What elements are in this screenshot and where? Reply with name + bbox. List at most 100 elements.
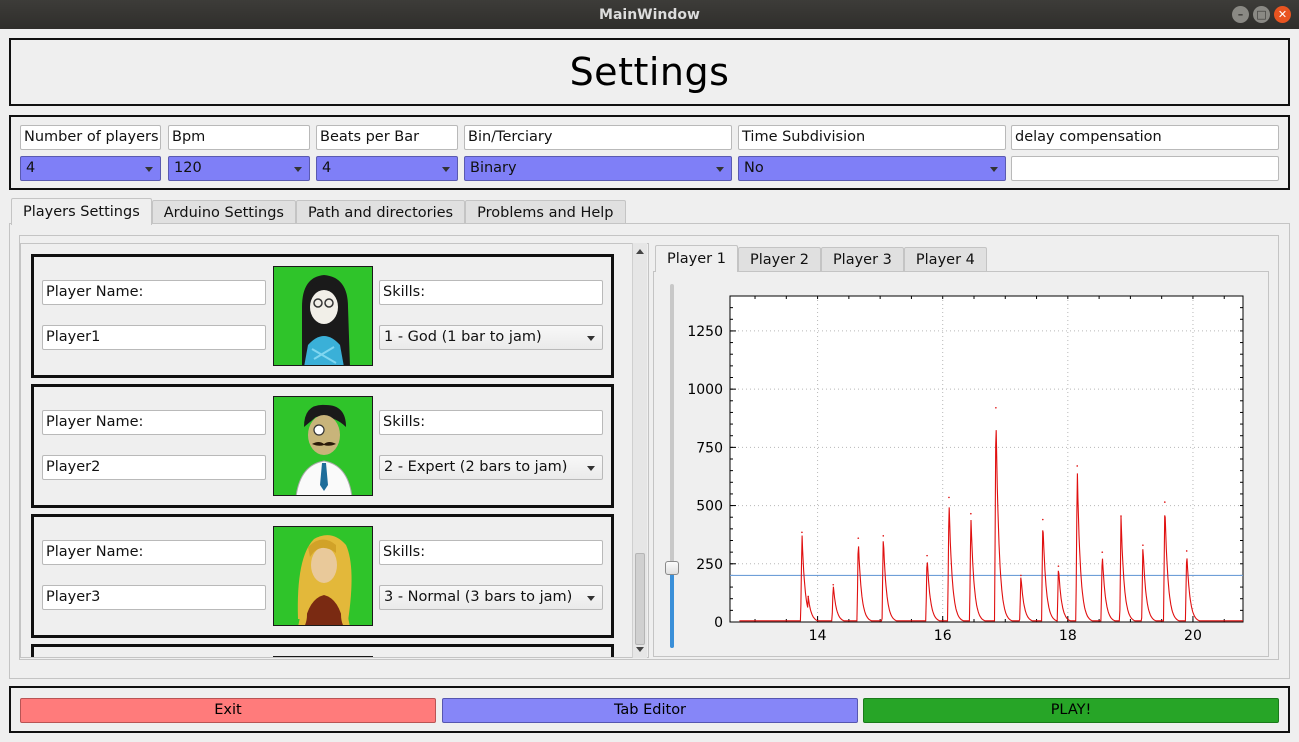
param-label: delay compensation: [1011, 125, 1279, 150]
tab-players-settings[interactable]: Players Settings: [11, 198, 152, 225]
signal-peak: [995, 406, 997, 409]
tab-problems-and-help[interactable]: Problems and Help: [465, 200, 626, 224]
slider-fill: [670, 567, 674, 648]
param-bpm: Bpm 120: [168, 125, 310, 181]
chevron-down-icon: [442, 167, 450, 172]
signal-peak: [926, 554, 928, 557]
signal-peak: [882, 535, 885, 537]
param-label: Time Subdivision: [738, 125, 1006, 150]
player-card-1: Player Name: Player1 Skills: 1 - God (1 …: [31, 254, 614, 378]
scroll-up-icon[interactable]: [636, 249, 644, 254]
chevron-down-icon: [587, 596, 595, 601]
skills-label: Skills:: [379, 540, 603, 565]
skill-combo[interactable]: 2 - Expert (2 bars to jam): [379, 455, 603, 480]
delay-compensation-input[interactable]: [1011, 156, 1279, 181]
time-subdivision-combo[interactable]: No: [738, 156, 1006, 181]
tab-editor-button[interactable]: Tab Editor: [442, 698, 858, 723]
player-tabbar: Player 1 Player 2 Player 3 Player 4: [655, 245, 987, 272]
signal-peak: [1057, 565, 1060, 567]
player-card-3: Player Name: Player3 Skills: 3 - Normal …: [31, 514, 614, 638]
param-number-of-players: Number of players 4: [20, 125, 161, 181]
tab-player-2[interactable]: Player 2: [737, 247, 821, 271]
player-name-input[interactable]: Player3: [42, 585, 266, 610]
exit-button[interactable]: Exit: [20, 698, 436, 723]
maximize-icon[interactable]: □: [1253, 6, 1270, 23]
page-title: Settings: [569, 50, 730, 94]
x-tick-label: 14: [809, 628, 827, 644]
tab-path-and-directories[interactable]: Path and directories: [295, 200, 466, 224]
window-titlebar: MainWindow – □ ✕: [0, 0, 1299, 29]
player-card-4: [31, 644, 614, 657]
bin-terciary-combo[interactable]: Binary: [464, 156, 732, 181]
signal-peak: [1142, 544, 1144, 546]
minimize-icon[interactable]: –: [1232, 6, 1249, 23]
chevron-down-icon: [716, 167, 724, 172]
blonde-hair-avatar: [273, 526, 373, 626]
player-name-input[interactable]: Player2: [42, 455, 266, 480]
y-tick-label: 250: [696, 557, 723, 573]
x-tick-label: 16: [934, 628, 952, 644]
player-name-label: Player Name:: [42, 540, 266, 565]
param-label: Bpm: [168, 125, 310, 150]
signal-peak: [970, 512, 972, 515]
y-tick-label: 1250: [687, 324, 723, 340]
y-tick-label: 750: [696, 440, 723, 456]
skill-combo[interactable]: 1 - God (1 bar to jam): [379, 325, 603, 350]
skills-label: Skills:: [379, 410, 603, 435]
signal-peak: [1076, 465, 1079, 467]
skills-label: Skills:: [379, 280, 603, 305]
y-tick-label: 1000: [687, 382, 723, 398]
player-4-avatar: [273, 656, 373, 657]
plot-area: [729, 295, 1244, 623]
main-tabbar: Players Settings Arduino Settings Path a…: [11, 198, 626, 225]
player-name-label: Player Name:: [42, 280, 266, 305]
signal-peak: [1163, 501, 1166, 503]
signal-peak: [832, 583, 835, 586]
bpm-combo[interactable]: 120: [168, 156, 310, 181]
signal-peak: [857, 537, 860, 539]
param-time-subdivision: Time Subdivision No: [738, 125, 1006, 181]
chevron-down-icon: [145, 167, 153, 172]
tab-arduino-settings[interactable]: Arduino Settings: [151, 200, 296, 224]
slider-handle[interactable]: [665, 560, 679, 575]
bottom-bar: Exit Tab Editor PLAY!: [9, 686, 1290, 733]
params-bar: Number of players 4 Bpm 120 Beats per Ba…: [9, 115, 1290, 190]
param-label: Bin/Terciary: [464, 125, 732, 150]
chevron-down-icon: [294, 167, 302, 172]
signal-peak: [948, 496, 950, 499]
param-label: Beats per Bar: [316, 125, 458, 150]
param-bin-terciary: Bin/Terciary Binary: [464, 125, 732, 181]
threshold-slider[interactable]: [665, 284, 679, 648]
signal-peak: [1185, 550, 1188, 552]
players-scroll-area[interactable]: Player Name: Player1 Skills: 1 - God (1 …: [20, 243, 649, 658]
play-button[interactable]: PLAY!: [863, 698, 1279, 723]
tab-player-4[interactable]: Player 4: [903, 247, 987, 271]
players-scrollbar[interactable]: [632, 243, 647, 658]
window-title: MainWindow: [599, 6, 700, 23]
signal-peak: [807, 595, 810, 598]
player-name-label: Player Name:: [42, 410, 266, 435]
audio-level-chart: 14 16 18 20 0 250 500 750 1000 1250: [687, 295, 1244, 644]
player-name-input[interactable]: Player1: [42, 325, 266, 350]
x-tick-label: 18: [1059, 628, 1077, 644]
param-delay-compensation: delay compensation: [1011, 125, 1279, 181]
param-beats-per-bar: Beats per Bar 4: [316, 125, 458, 181]
tab-player-1[interactable]: Player 1: [655, 245, 738, 272]
signal-peak: [1042, 518, 1044, 521]
player-card-2: Player Name: Player2 Skills: 2 - Expert …: [31, 384, 614, 508]
signal-peak: [1101, 551, 1104, 553]
signal-peak: [1020, 574, 1022, 577]
beats-per-bar-combo[interactable]: 4: [316, 156, 458, 181]
y-tick-label: 500: [696, 499, 723, 515]
x-tick-label: 20: [1184, 628, 1202, 644]
signal-peak: [1120, 515, 1122, 517]
settings-header: Settings: [9, 38, 1290, 106]
close-icon[interactable]: ✕: [1274, 6, 1291, 23]
number-of-players-combo[interactable]: 4: [20, 156, 161, 181]
scroll-thumb[interactable]: [635, 553, 645, 645]
param-label: Number of players: [20, 125, 161, 150]
tab-player-3[interactable]: Player 3: [820, 247, 904, 271]
scroll-down-icon[interactable]: [636, 647, 644, 652]
skill-combo[interactable]: 3 - Normal (3 bars to jam): [379, 585, 603, 610]
chevron-down-icon: [587, 466, 595, 471]
